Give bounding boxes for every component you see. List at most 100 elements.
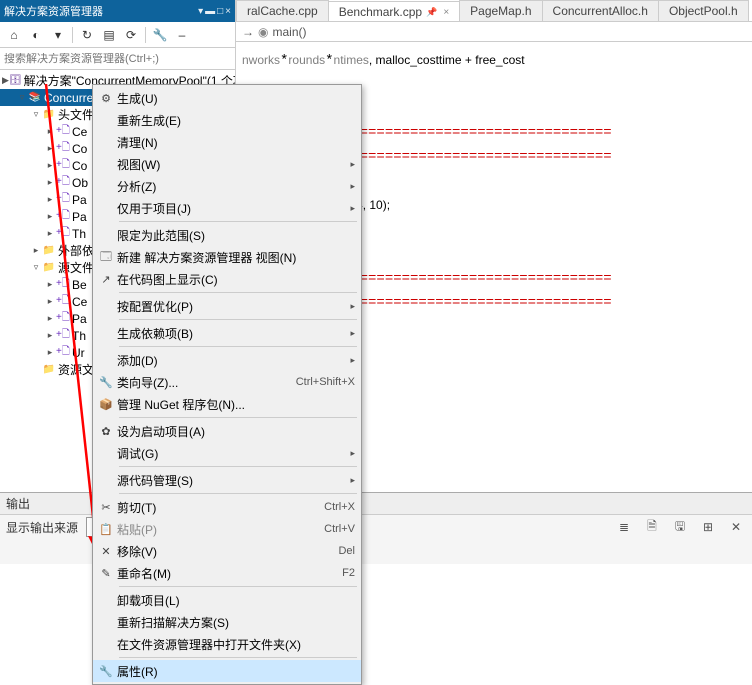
explorer-toolbar: ⌂ ◐ ▾ ↻ ▤ ⟳ 🔧 – [0, 22, 235, 48]
menu-item[interactable]: ↗在代码图上显示(C) [93, 268, 361, 290]
output-button[interactable]: ⊞ [698, 517, 718, 537]
submenu-arrow-icon: ▸ [350, 203, 355, 214]
menu-item[interactable]: ✂剪切(T) Ctrl+X [93, 496, 361, 518]
menu-item-label: 在文件资源管理器中打开文件夹(X) [117, 636, 355, 653]
menu-item[interactable]: 视图(W)▸ [93, 153, 361, 175]
refresh-button[interactable]: ⟳ [121, 25, 141, 45]
menu-item-icon: 🔧 [95, 662, 117, 680]
pin-icon[interactable]: ▬ [205, 6, 215, 17]
menu-item[interactable]: 卸载项目(L) [93, 589, 361, 611]
dropdown-icon[interactable]: ▾ [198, 6, 203, 17]
output-button[interactable]: 🗎 [642, 517, 662, 537]
toolbar-button[interactable]: ▾ [48, 25, 68, 45]
menu-item[interactable]: 分析(Z)▸ [93, 175, 361, 197]
menu-item-label: 按配置优化(P) [117, 298, 344, 315]
editor-tabs: ralCache.cpp Benchmark.cpp📌× PageMap.h C… [236, 0, 752, 22]
output-source-label: 显示输出来源 [6, 519, 78, 536]
menu-item[interactable]: 清理(N) [93, 131, 361, 153]
menu-item-label: 重新扫描解决方案(S) [117, 614, 355, 631]
toolbar-button[interactable]: ◐ [26, 25, 46, 45]
maximize-icon[interactable]: □ [217, 6, 223, 17]
menu-item[interactable]: ✎重命名(M)F2 [93, 562, 361, 584]
menu-item-icon [95, 199, 117, 217]
submenu-arrow-icon: ▸ [350, 328, 355, 339]
separator [145, 27, 146, 43]
menu-item[interactable]: 仅用于项目(J)▸ [93, 197, 361, 219]
sync-button[interactable]: ↻ [77, 25, 97, 45]
menu-item-label: 剪切(T) [117, 499, 314, 516]
menu-separator [119, 493, 357, 494]
menu-item-icon [95, 471, 117, 489]
menu-item[interactable]: ✕移除(V)Del [93, 540, 361, 562]
folder-icon: 📁 [42, 261, 56, 275]
menu-item-icon [95, 351, 117, 369]
submenu-arrow-icon: ▸ [350, 475, 355, 486]
menu-item-icon: ✂ [95, 498, 117, 516]
menu-item-icon: 🗔 [95, 248, 117, 266]
menu-item-label: 重新生成(E) [117, 112, 355, 129]
menu-item-shortcut: Ctrl+X [324, 501, 355, 513]
menu-item[interactable]: 按配置优化(P) ▸ [93, 295, 361, 317]
close-icon[interactable]: × [443, 7, 449, 18]
menu-item-icon [95, 591, 117, 609]
menu-item-label: 粘贴(P) [117, 521, 314, 538]
menu-separator [119, 346, 357, 347]
menu-separator [119, 417, 357, 418]
menu-item-icon [95, 613, 117, 631]
menu-item-label: 生成(U) [117, 90, 355, 107]
menu-separator [119, 319, 357, 320]
menu-item-label: 源代码管理(S) [117, 472, 344, 489]
menu-item[interactable]: 源代码管理(S) ▸ [93, 469, 361, 491]
folder-icon: 📁 [42, 108, 56, 122]
header-icon: +🗋 [56, 125, 70, 139]
menu-item[interactable]: 🔧属性(R) [93, 660, 361, 682]
output-button[interactable]: ≣ [614, 517, 634, 537]
search-box[interactable] [0, 48, 235, 70]
header-icon: +🗋 [56, 142, 70, 156]
pin-icon[interactable]: 📌 [426, 7, 437, 18]
project-icon: 📚 [28, 91, 42, 105]
tab[interactable]: PageMap.h [459, 0, 542, 21]
menu-item-icon [95, 133, 117, 151]
menu-item[interactable]: 生成依赖项(B)▸ [93, 322, 361, 344]
properties-button[interactable]: 🔧 [150, 25, 170, 45]
panel-header: 解决方案资源管理器 ▾ ▬ □ × [0, 0, 235, 22]
menu-item-label: 移除(V) [117, 543, 328, 560]
menu-item-shortcut: F2 [342, 567, 355, 579]
toolbar-button[interactable]: ▤ [99, 25, 119, 45]
tab-active[interactable]: Benchmark.cpp📌× [328, 1, 460, 22]
close-icon[interactable]: × [225, 6, 231, 17]
menu-item[interactable]: 重新生成(E) [93, 109, 361, 131]
search-input[interactable] [4, 53, 231, 65]
toolbar-button[interactable]: – [172, 25, 192, 45]
menu-item[interactable]: 📦管理 NuGet 程序包(N)... [93, 393, 361, 415]
tab[interactable]: ObjectPool.h [658, 0, 749, 21]
menu-separator [119, 657, 357, 658]
menu-item-icon [95, 155, 117, 173]
submenu-arrow-icon: ▸ [350, 448, 355, 459]
menu-item-icon [95, 444, 117, 462]
tab[interactable]: ralCache.cpp [236, 0, 329, 21]
menu-item[interactable]: 限定为此范围(S) [93, 224, 361, 246]
output-button[interactable]: 🖫 [670, 517, 690, 537]
menu-item[interactable]: 添加(D)▸ [93, 349, 361, 371]
menu-separator [119, 292, 357, 293]
menu-item-label: 类向导(Z)... [117, 374, 286, 391]
nav-arrow-icon: → [242, 25, 254, 39]
menu-item-icon [95, 226, 117, 244]
breadcrumb[interactable]: → ◉ main() [236, 22, 752, 42]
menu-item[interactable]: ✿设为启动项目(A) [93, 420, 361, 442]
menu-item[interactable]: 🔧类向导(Z)...Ctrl+Shift+X [93, 371, 361, 393]
menu-item[interactable]: 🗔新建 解决方案资源管理器 视图(N) [93, 246, 361, 268]
submenu-arrow-icon: ▸ [350, 301, 355, 312]
menu-item[interactable]: 调试(G)▸ [93, 442, 361, 464]
menu-item[interactable]: ⚙生成(U) [93, 87, 361, 109]
tab[interactable]: ConcurrentAlloc.h [542, 0, 659, 21]
menu-item-icon: 🔧 [95, 373, 117, 391]
menu-item[interactable]: 重新扫描解决方案(S) [93, 611, 361, 633]
home-button[interactable]: ⌂ [4, 25, 24, 45]
cpp-icon: +🗋 [56, 312, 70, 326]
output-button[interactable]: ✕ [726, 517, 746, 537]
folder-icon: 📁 [42, 363, 56, 377]
menu-item[interactable]: 在文件资源管理器中打开文件夹(X) [93, 633, 361, 655]
